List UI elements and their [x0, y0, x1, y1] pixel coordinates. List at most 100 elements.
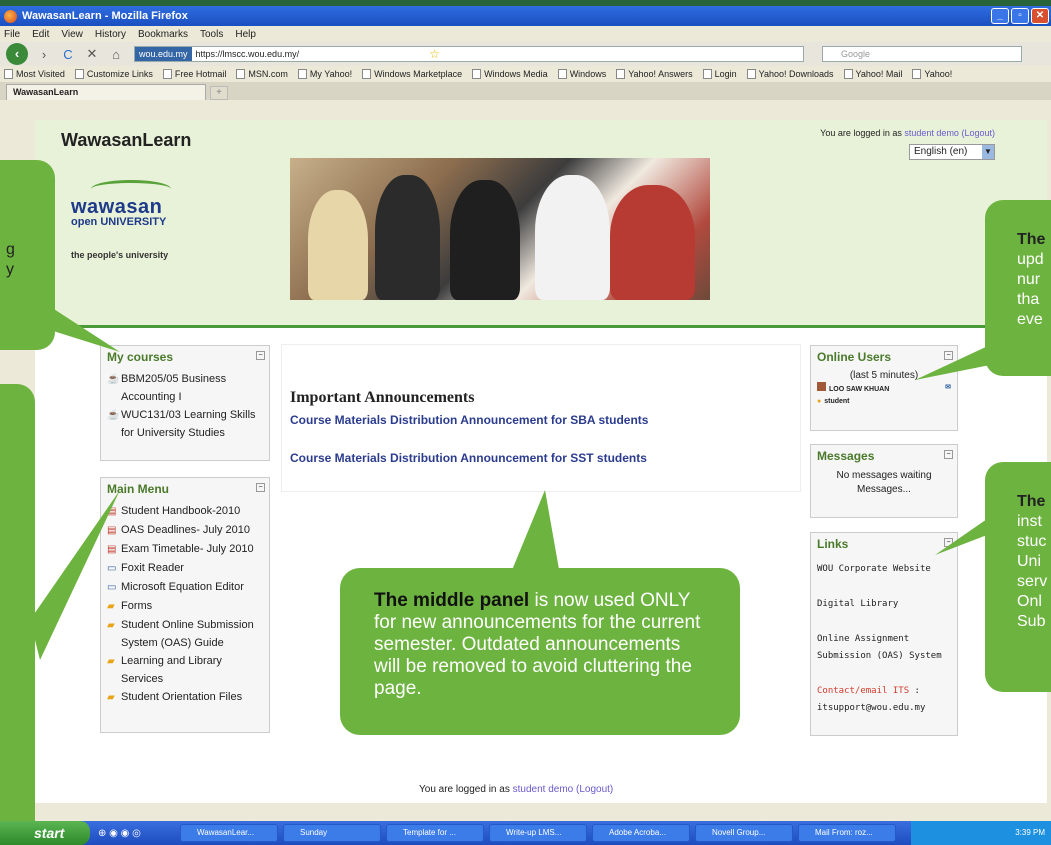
- link-oas-system[interactable]: Online Assignment Submission (OAS) Syste…: [817, 631, 951, 665]
- star-icon[interactable]: ☆: [429, 47, 440, 61]
- bookmark-icon: [236, 69, 246, 80]
- new-tab-button[interactable]: +: [210, 86, 228, 100]
- callout-left-top: g y: [0, 160, 55, 350]
- url-bar[interactable]: wou.edu.my https://lmscc.wou.edu.my/ ☆: [134, 46, 804, 62]
- folder-icon: ▰: [107, 620, 115, 631]
- site-identity-badge[interactable]: wou.edu.my: [135, 47, 192, 61]
- bookmarks-toolbar: Most Visited Customize Links Free Hotmai…: [0, 66, 1051, 82]
- bookmark-msn[interactable]: MSN.com: [236, 69, 288, 80]
- menu-item[interactable]: ▰ Forms: [107, 597, 263, 616]
- main-menu-list: ▤ Student Handbook-2010 ▤ OAS Deadlines- J…: [101, 500, 269, 709]
- search-input[interactable]: Google: [822, 46, 1022, 62]
- bookmark-windows-marketplace[interactable]: Windows Marketplace: [362, 69, 462, 80]
- link-digital-library[interactable]: Digital Library: [817, 596, 951, 613]
- bookmark-icon: [472, 69, 482, 80]
- back-arrow-icon[interactable]: ‹: [6, 43, 28, 65]
- message-icon[interactable]: ✉: [945, 382, 951, 394]
- course-icon: ☕: [107, 410, 120, 421]
- bookmark-free-hotmail[interactable]: Free Hotmail: [162, 69, 226, 80]
- collapse-icon[interactable]: −: [944, 450, 953, 459]
- support-email[interactable]: itsupport@wou.edu.my: [817, 700, 951, 717]
- bookmark-login[interactable]: Login: [702, 69, 737, 80]
- forward-arrow-icon[interactable]: ›: [36, 47, 52, 62]
- taskbar: start ⊕ ◉ ◉ ◎ WawasanLear... Sunday Temp…: [0, 821, 1051, 845]
- menu-item[interactable]: ▰ Student Orientation Files: [107, 688, 263, 707]
- minimize-button[interactable]: _: [991, 8, 1009, 24]
- links-block: Links − WOU Corporate Website Digital Lib…: [810, 532, 958, 736]
- collapse-icon[interactable]: −: [256, 483, 265, 492]
- messages-link[interactable]: Messages...: [817, 483, 951, 497]
- menu-item[interactable]: ▤ Student Handbook-2010: [107, 502, 263, 521]
- language-select[interactable]: English (en) ▼: [909, 144, 995, 160]
- course-item[interactable]: ☕ WUC131/03 Learning Skills for Universit…: [107, 406, 263, 442]
- clock[interactable]: 3:39 PM: [1015, 828, 1045, 837]
- bookmark-windows[interactable]: Windows: [557, 69, 606, 80]
- menu-history[interactable]: History: [95, 29, 126, 40]
- logo-subname: open UNIVERSITY: [71, 216, 167, 228]
- course-icon: ☕: [107, 374, 120, 385]
- reload-icon[interactable]: C: [60, 47, 76, 62]
- bookmark-yahoo-mail[interactable]: Yahoo! Mail: [843, 69, 902, 80]
- chevron-down-icon[interactable]: ▼: [982, 145, 994, 159]
- start-button[interactable]: start: [0, 821, 90, 845]
- bookmark-my-yahoo[interactable]: My Yahoo!: [297, 69, 352, 80]
- menu-item[interactable]: ▤ OAS Deadlines- July 2010: [107, 521, 263, 540]
- menu-bookmarks[interactable]: Bookmarks: [138, 29, 188, 40]
- menu-item[interactable]: ▰ Student Online Submission System (OAS) …: [107, 616, 263, 652]
- photo-person: [450, 180, 520, 300]
- home-icon[interactable]: ⌂: [108, 47, 124, 62]
- close-button[interactable]: ✕: [1031, 8, 1049, 24]
- footer-user-link[interactable]: student demo: [513, 784, 574, 795]
- collapse-icon[interactable]: −: [944, 538, 953, 547]
- menu-item[interactable]: ▰ Learning and Library Services: [107, 652, 263, 688]
- bookmark-icon: [912, 69, 922, 80]
- online-users-title: Online Users −: [811, 346, 957, 368]
- bookmark-yahoo-answers[interactable]: Yahoo! Answers: [616, 69, 693, 80]
- announcement-link-sba[interactable]: Course Materials Distribution Announceme…: [290, 413, 648, 427]
- pdf-icon: ▤: [107, 525, 117, 536]
- menu-item[interactable]: ▭ Microsoft Equation Editor: [107, 578, 263, 597]
- bookmark-customize-links[interactable]: Customize Links: [74, 69, 153, 80]
- contact-its-link[interactable]: Contact/email ITS: [817, 686, 909, 696]
- avatar: [817, 382, 826, 391]
- announcement-link-sst[interactable]: Course Materials Distribution Announceme…: [290, 451, 647, 465]
- tab-wawasanlearn[interactable]: WawasanLearn: [6, 84, 206, 100]
- stop-icon[interactable]: ✕: [84, 46, 100, 62]
- taskbar-item[interactable]: Write-up LMS...: [489, 824, 587, 842]
- menu-tools[interactable]: Tools: [200, 29, 223, 40]
- window-icon: ▭: [107, 563, 117, 574]
- window-title: WawasanLearn - Mozilla Firefox: [22, 10, 188, 22]
- bookmark-windows-media[interactable]: Windows Media: [472, 69, 548, 80]
- menu-item[interactable]: ▤ Exam Timetable- July 2010: [107, 540, 263, 559]
- collapse-icon[interactable]: −: [256, 351, 265, 360]
- bookmark-yahoo-downloads[interactable]: Yahoo! Downloads: [746, 69, 834, 80]
- my-courses-list: ☕ BBM205/05 Business Accounting I ☕ WUC131…: [101, 368, 269, 444]
- footer-logout-link[interactable]: (Logout): [576, 784, 613, 795]
- taskbar-item[interactable]: WawasanLear...: [180, 824, 278, 842]
- menu-edit[interactable]: Edit: [32, 29, 49, 40]
- url-text[interactable]: https://lmscc.wou.edu.my/: [196, 49, 300, 59]
- online-user-role: ● student: [817, 398, 850, 405]
- maximize-button[interactable]: ▫: [1011, 8, 1029, 24]
- taskbar-item[interactable]: Adobe Acroba...: [592, 824, 690, 842]
- menu-view[interactable]: View: [61, 29, 83, 40]
- messages-body: No messages waiting Messages...: [811, 467, 957, 499]
- taskbar-item[interactable]: Mail From: roz...: [798, 824, 896, 842]
- link-wou-corporate[interactable]: WOU Corporate Website: [817, 561, 951, 578]
- title-bar: WawasanLearn - Mozilla Firefox _ ▫ ✕: [0, 6, 1051, 26]
- course-item[interactable]: ☕ BBM205/05 Business Accounting I: [107, 370, 263, 406]
- taskbar-item[interactable]: Sunday: [283, 824, 381, 842]
- messages-status: No messages waiting: [836, 470, 932, 481]
- taskbar-item[interactable]: Novell Group...: [695, 824, 793, 842]
- collapse-icon[interactable]: −: [944, 351, 953, 360]
- menu-help[interactable]: Help: [235, 29, 256, 40]
- taskbar-item[interactable]: Template for ...: [386, 824, 484, 842]
- online-user-item[interactable]: LOO SAW KHUAN ✉: [817, 382, 951, 396]
- logout-link[interactable]: (Logout): [961, 128, 995, 138]
- user-link[interactable]: student demo: [904, 128, 959, 138]
- login-info: You are logged in as student demo (Logou…: [820, 128, 995, 138]
- bookmark-yahoo[interactable]: Yahoo!: [912, 69, 952, 80]
- menu-item[interactable]: ▭ Foxit Reader: [107, 559, 263, 578]
- bookmark-most-visited[interactable]: Most Visited: [4, 69, 65, 80]
- menu-file[interactable]: File: [4, 29, 20, 40]
